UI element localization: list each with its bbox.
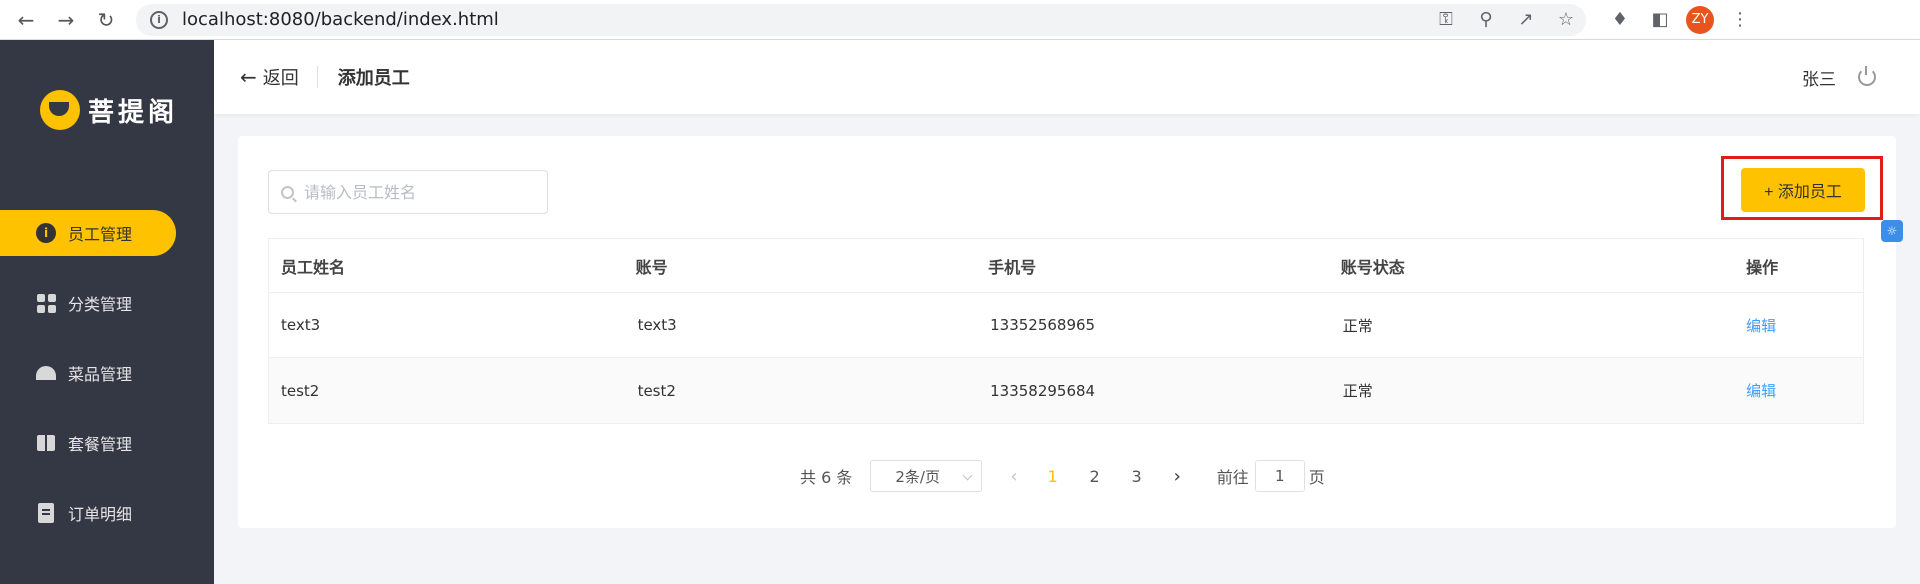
back-arrow-icon[interactable]: ← bbox=[6, 0, 46, 40]
back-arrow-icon: ← bbox=[240, 65, 257, 89]
page-number[interactable]: 1 bbox=[1046, 467, 1060, 486]
sidebar-item-dish[interactable]: 菜品管理 bbox=[0, 350, 214, 396]
table-header: 员工姓名 账号 手机号 账号状态 操作 bbox=[269, 239, 1863, 293]
cell-status: 正常 bbox=[1342, 382, 1373, 400]
employee-icon: i bbox=[36, 223, 56, 243]
sidebar-item-employee[interactable]: i 员工管理 bbox=[0, 210, 176, 256]
page-suffix: 页 bbox=[1308, 468, 1325, 487]
sidebar-item-label: 分类管理 bbox=[68, 295, 133, 314]
sidebar-item-label: 套餐管理 bbox=[68, 435, 133, 454]
menu-dots-icon[interactable]: ⋮ bbox=[1720, 0, 1760, 40]
cell-name: test2 bbox=[281, 381, 320, 400]
assistant-icon[interactable]: ☼ bbox=[1881, 220, 1903, 242]
logo-text: 菩提阁 bbox=[88, 97, 179, 128]
logo-icon bbox=[40, 90, 80, 130]
sidebar-item-label: 订单明细 bbox=[68, 505, 133, 524]
extensions-icon[interactable]: ♦ bbox=[1600, 0, 1640, 40]
back-link[interactable]: ← 返回 bbox=[240, 64, 299, 90]
pagination: 共 6 条 2条/页 ‹ 1 2 3 › 前往 页 bbox=[800, 460, 1325, 492]
profile-button[interactable]: ZY bbox=[1680, 0, 1720, 40]
sidebar-item-orders[interactable]: 订单明细 bbox=[0, 490, 214, 536]
column-header: 手机号 bbox=[988, 257, 1037, 277]
employee-table: 员工姓名 账号 手机号 账号状态 操作 text3 text3 13352568… bbox=[268, 238, 1864, 424]
edit-link[interactable]: 编辑 bbox=[1746, 382, 1776, 400]
next-page-icon[interactable]: › bbox=[1174, 466, 1181, 487]
sidebar-item-label: 员工管理 bbox=[68, 225, 133, 244]
search-input[interactable] bbox=[304, 182, 524, 202]
star-icon[interactable]: ☆ bbox=[1546, 4, 1586, 36]
edit-link[interactable]: 编辑 bbox=[1746, 317, 1776, 335]
user-area: 张三 bbox=[1802, 65, 1876, 90]
add-employee-button[interactable]: + 添加员工 bbox=[1741, 168, 1865, 212]
cell-name: text3 bbox=[281, 316, 321, 334]
avatar[interactable]: ZY bbox=[1686, 5, 1714, 34]
site-info-icon[interactable]: i bbox=[150, 10, 168, 29]
dish-cloche-icon bbox=[36, 363, 56, 383]
forward-arrow-icon[interactable]: → bbox=[46, 0, 86, 40]
share-icon[interactable]: ↗ bbox=[1506, 4, 1546, 36]
gift-icon bbox=[36, 433, 56, 453]
back-label: 返回 bbox=[262, 68, 299, 89]
cell-phone: 13358295684 bbox=[990, 381, 1096, 400]
user-name: 张三 bbox=[1802, 69, 1836, 90]
page-size-select[interactable]: 2条/页 bbox=[870, 460, 983, 492]
prev-page-icon[interactable]: ‹ bbox=[1010, 466, 1017, 487]
column-header: 操作 bbox=[1746, 257, 1779, 277]
power-icon[interactable] bbox=[1858, 66, 1876, 86]
column-header: 员工姓名 bbox=[281, 257, 346, 277]
table-row: test2 test2 13358295684 正常 编辑 bbox=[269, 358, 1863, 423]
column-header: 账号状态 bbox=[1340, 257, 1405, 277]
column-header: 账号 bbox=[635, 257, 668, 277]
category-grid-icon bbox=[36, 293, 56, 313]
search-box[interactable] bbox=[268, 170, 548, 214]
browser-toolbar: ← → ↻ i localhost:8080/backend/index.htm… bbox=[0, 0, 1920, 40]
sidebar-item-category[interactable]: 分类管理 bbox=[0, 280, 214, 326]
sidebar-item-label: 菜品管理 bbox=[68, 365, 133, 384]
key-icon[interactable]: ⚿ bbox=[1426, 4, 1466, 36]
zoom-icon[interactable]: ⚲ bbox=[1466, 4, 1506, 36]
cell-phone: 13352568965 bbox=[990, 316, 1096, 334]
sidebar-item-setmeal[interactable]: 套餐管理 bbox=[0, 420, 214, 466]
page-number[interactable]: 2 bbox=[1088, 467, 1102, 486]
address-bar[interactable]: i localhost:8080/backend/index.html ⚿ ⚲ … bbox=[136, 3, 1586, 36]
reload-icon[interactable]: ↻ bbox=[86, 0, 126, 40]
content-card: + 添加员工 员工姓名 账号 手机号 账号状态 操作 text3 text3 1… bbox=[238, 136, 1896, 528]
url-text[interactable]: localhost:8080/backend/index.html bbox=[182, 9, 499, 30]
table-row: text3 text3 13352568965 正常 编辑 bbox=[269, 293, 1863, 358]
header-divider bbox=[316, 66, 318, 88]
page-number[interactable]: 3 bbox=[1130, 467, 1144, 486]
search-icon bbox=[281, 185, 294, 199]
page-header: ← 返回 添加员工 张三 bbox=[214, 40, 1920, 114]
goto-label: 前往 bbox=[1216, 468, 1249, 487]
sidebar: 菩提阁 i 员工管理 分类管理 菜品管理 套餐管理 订单明细 bbox=[0, 40, 214, 584]
page-title: 添加员工 bbox=[337, 68, 410, 89]
sidebar-menu: i 员工管理 分类管理 菜品管理 套餐管理 订单明细 bbox=[0, 210, 214, 560]
sidebar-panel-icon[interactable]: ◧ bbox=[1640, 0, 1680, 40]
logo: 菩提阁 bbox=[40, 90, 178, 130]
cell-account: test2 bbox=[637, 381, 676, 400]
clipboard-icon bbox=[36, 503, 56, 523]
cell-account: text3 bbox=[637, 316, 677, 334]
cell-status: 正常 bbox=[1342, 316, 1373, 335]
goto-page-input[interactable] bbox=[1254, 460, 1305, 492]
total-count: 共 6 条 bbox=[800, 468, 853, 487]
